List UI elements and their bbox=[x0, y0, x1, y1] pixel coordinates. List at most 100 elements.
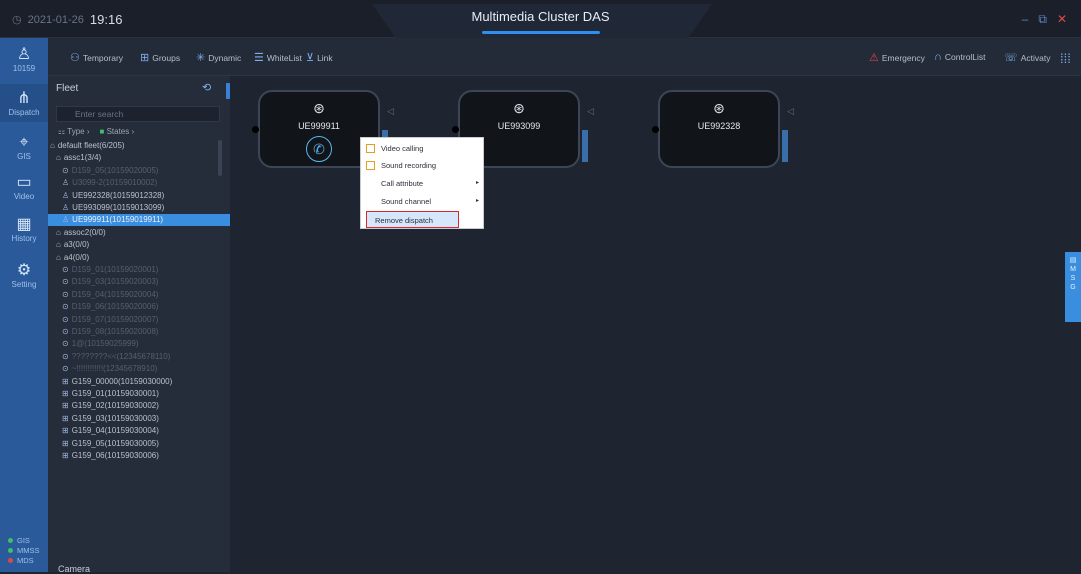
menu-item-sound-recording[interactable]: Sound recording bbox=[361, 157, 485, 174]
tree-node-icon: ⊙ bbox=[62, 302, 69, 312]
tree-node[interactable]: ⌂ a3(0/0) bbox=[48, 239, 230, 251]
temporary-icon: ⚇ bbox=[70, 52, 80, 64]
tree-node[interactable]: ⌂ default fleet(6/205) bbox=[48, 140, 230, 152]
tree-node-icon: ⌂ bbox=[50, 141, 55, 150]
controllist-button[interactable]: ∩ ControlList bbox=[934, 51, 986, 63]
checkbox[interactable] bbox=[366, 144, 375, 153]
tree-node[interactable]: ⊞ G159_01(10159030001) bbox=[48, 388, 230, 400]
tree-node-label: G159_01(10159030001) bbox=[71, 389, 159, 398]
tree-node[interactable]: ♙ UE992328(10159012328) bbox=[48, 190, 230, 202]
grid-menu-button[interactable]: ⁞⁞⁞ bbox=[1060, 51, 1071, 66]
activate-button[interactable]: ☏ Activaty bbox=[1004, 51, 1051, 64]
user-icon: ⊛ bbox=[313, 100, 325, 116]
card-knob bbox=[452, 126, 459, 133]
tree-node-label: UE992328(10159012328) bbox=[72, 190, 165, 200]
tree-node[interactable]: ♙ UE999911(10159019911) bbox=[48, 214, 230, 227]
dispatch-card[interactable]: ⊛ UE992328 ◁ bbox=[652, 90, 794, 168]
tree-node[interactable]: ⊙ D159_03(10159020003) bbox=[48, 276, 230, 288]
refresh-icon[interactable]: ⟲ bbox=[202, 81, 211, 94]
user-account[interactable]: ♙ 10159 bbox=[0, 46, 48, 73]
tree-node-icon: ⊙ bbox=[62, 277, 69, 287]
states-filter[interactable]: ■ States › bbox=[99, 127, 134, 136]
submenu-arrow-icon: ▸ bbox=[475, 180, 479, 186]
tree-node-icon: ⊞ bbox=[62, 438, 69, 448]
menu-item-remove-dispatch[interactable]: Remove dispatch bbox=[366, 211, 459, 228]
minimize-icon[interactable]: – bbox=[1022, 12, 1029, 27]
tree-node-icon: ⊙ bbox=[62, 314, 69, 324]
submenu-arrow-icon: ▸ bbox=[475, 198, 479, 204]
tree-node[interactable]: ⊞ G159_03(10159030003) bbox=[48, 413, 230, 425]
nav-video[interactable]: ▭ Video bbox=[0, 174, 48, 201]
tree-node-icon: ⊙ bbox=[62, 351, 69, 361]
dynamic-label: Dynamic bbox=[208, 52, 242, 63]
tree-node[interactable]: ⊞ G159_04(10159030004) bbox=[48, 425, 230, 437]
tree-node[interactable]: ⌂ a4(0/0) bbox=[48, 252, 230, 264]
tree-node[interactable]: ⊙ D159_07(10159020007) bbox=[48, 314, 230, 326]
whitelist-button[interactable]: ☰ WhiteList bbox=[254, 51, 302, 64]
emergency-label: Emergency bbox=[881, 52, 925, 63]
dispatch-area: ⊛ UE999911 ◁ ✆ ⊛ UE993099 ◁ ⊛ UE992328 ◁ bbox=[230, 76, 1081, 572]
menu-item-call-attribute[interactable]: Call attribute ▸ bbox=[361, 175, 485, 192]
tree-node[interactable]: ⊞ G159_00000(10159030000) bbox=[48, 376, 230, 388]
tree-node[interactable]: ⊞ G159_02(10159030002) bbox=[48, 400, 230, 412]
tree-node[interactable]: ⊙ D159_05(10159020005) bbox=[48, 165, 230, 177]
nav-history[interactable]: ▦ History bbox=[0, 216, 48, 243]
left-nav: ♙ 10159 ⋔ Dispatch ⌖ GIS ▭ Video ▦ Histo… bbox=[0, 38, 48, 572]
video-icon: ▭ bbox=[16, 174, 32, 191]
tree-node-label: a3(0/0) bbox=[63, 240, 90, 250]
nav-gis[interactable]: ⌖ GIS bbox=[0, 134, 48, 161]
tree-node[interactable]: ⊙ ????????<<(12345678110) bbox=[48, 351, 230, 363]
user-icon: ⊛ bbox=[513, 100, 525, 116]
call-icon[interactable]: ✆ bbox=[306, 136, 332, 162]
maximize-icon[interactable]: ⧉ bbox=[1038, 12, 1047, 27]
tree-node-icon: ♙ bbox=[62, 190, 70, 200]
camera-section[interactable]: Camera bbox=[58, 564, 90, 574]
nav-dispatch[interactable]: ⋔ Dispatch bbox=[0, 84, 48, 122]
tree-node-icon: ⊞ bbox=[62, 401, 69, 411]
volume-bar[interactable] bbox=[582, 130, 588, 162]
tree-node[interactable]: ⊙ 1@(10159025999) bbox=[48, 338, 230, 350]
user-id: 10159 bbox=[12, 64, 36, 73]
menu-item-video-calling[interactable]: Video calling bbox=[361, 140, 485, 157]
tree-scrollbar[interactable] bbox=[218, 140, 222, 176]
tree-node[interactable]: ⊙ D159_04(10159020004) bbox=[48, 289, 230, 301]
type-filter[interactable]: ⚏ Type › bbox=[58, 127, 89, 136]
link-icon: ⊻ bbox=[306, 52, 315, 64]
toolbar: ⚇ Temporary ⊞ Groups ✳ Dynamic ☰ WhiteList ⊻… bbox=[48, 38, 1081, 76]
search-input[interactable] bbox=[56, 106, 220, 122]
nav-setting[interactable]: ⚙ Setting bbox=[0, 262, 48, 289]
dynamic-button[interactable]: ✳ Dynamic bbox=[196, 51, 241, 64]
temporary-button[interactable]: ⚇ Temporary bbox=[70, 51, 123, 64]
tree-node[interactable]: ⌂ assoc2(0/0) bbox=[48, 227, 230, 239]
volume-bar[interactable] bbox=[782, 130, 788, 162]
tree-node[interactable]: ♙ UE993099(10159013099) bbox=[48, 202, 230, 214]
menu-item-label: Sound recording bbox=[381, 161, 437, 170]
card-knob bbox=[652, 126, 659, 133]
close-icon[interactable]: ✕ bbox=[1057, 12, 1067, 27]
dynamic-icon: ✳ bbox=[196, 52, 206, 64]
link-button[interactable]: ⊻ Link bbox=[306, 51, 333, 64]
menu-item-label: Video calling bbox=[381, 144, 424, 153]
tree-node[interactable]: ⊙ D159_01(10159020001) bbox=[48, 264, 230, 276]
tree-node[interactable]: ⊞ G159_06(10159030006) bbox=[48, 450, 230, 462]
menu-item-sound-channel[interactable]: Sound channel ▸ bbox=[361, 193, 485, 210]
groups-button[interactable]: ⊞ Groups bbox=[140, 51, 180, 64]
tree-node[interactable]: ⌂ assc1(3/4) bbox=[48, 152, 230, 164]
status-dot bbox=[8, 548, 13, 553]
checkbox[interactable] bbox=[366, 161, 375, 170]
tree-node[interactable]: ⊙ D159_06(10159020006) bbox=[48, 301, 230, 313]
tree-node-label: G159_05(10159030005) bbox=[71, 438, 159, 448]
emergency-button[interactable]: ⚠ Emergency bbox=[869, 51, 925, 64]
tree-node[interactable]: ⊙ ~!!!!!!!!!!!!(12345678910) bbox=[48, 363, 230, 375]
tree-node-label: G159_04(10159030004) bbox=[71, 426, 159, 436]
tree-node-label: a4(0/0) bbox=[63, 252, 90, 262]
tree-node-icon: ⊙ bbox=[62, 165, 69, 175]
title-underline bbox=[482, 31, 600, 34]
tree-node-label: assc1(3/4) bbox=[63, 153, 102, 163]
tree-node[interactable]: ♙ U3099-2(10159010002) bbox=[48, 177, 230, 189]
groups-icon: ⊞ bbox=[140, 52, 150, 64]
tree-node[interactable]: ⊞ G159_05(10159030005) bbox=[48, 438, 230, 450]
msg-tab[interactable]: ▤ MSG bbox=[1065, 252, 1081, 322]
tree-node[interactable]: ⊙ D159_08(10159020008) bbox=[48, 326, 230, 338]
tree-node-icon: ⊞ bbox=[62, 451, 69, 460]
